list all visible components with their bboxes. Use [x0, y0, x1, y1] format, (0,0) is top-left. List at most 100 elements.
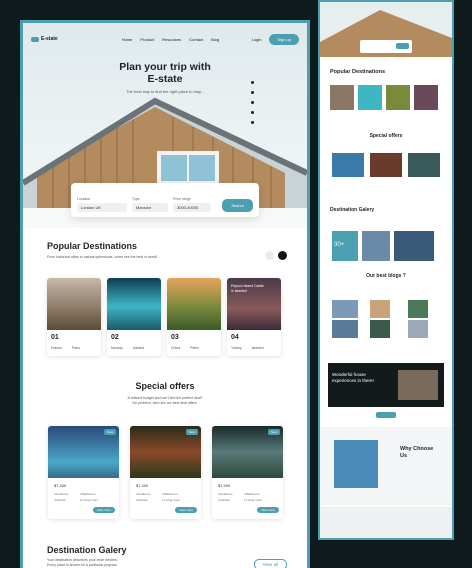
feature: 1 Living room: [244, 498, 263, 502]
feature: 4 kitchen: [136, 498, 149, 502]
offer-card[interactable]: New $7,400 4 bedroom 4 Bathroom 4 kitchen 1…: [48, 426, 119, 519]
offer-price: $7,400: [54, 483, 67, 488]
full-page-preview: Popular Destinations Special offers Dest…: [320, 2, 452, 538]
login-link[interactable]: Login: [252, 37, 262, 42]
thumb-promo-text: Wonderful house experiences in there!: [332, 372, 374, 383]
card-meta: Norway Iceland: [111, 346, 144, 350]
signup-button[interactable]: Sign up: [269, 33, 299, 45]
price-label: Price range: [173, 197, 191, 201]
prev-arrow-icon[interactable]: [265, 251, 274, 260]
next-arrow-icon[interactable]: [278, 251, 287, 260]
nav-blog[interactable]: Blog: [211, 37, 219, 42]
hero-subtitle: The best way to find the right place to …: [126, 89, 204, 94]
gallery-title: Destination Galery: [47, 545, 127, 555]
slider-dot[interactable]: [251, 91, 254, 94]
card-overlay-text: Payson Island Castle in Istanbul: [231, 284, 264, 293]
offer-badge: New: [103, 429, 116, 435]
offers-section: Special offers A relaxed budget and can'…: [23, 381, 307, 406]
offer-features: 4 bedroom 4 Bathroom 4 kitchen 1 Living roo…: [54, 492, 102, 502]
feature: 4 bedroom: [136, 492, 151, 496]
card-city: Iceland: [132, 346, 145, 350]
popular-arrows: [265, 251, 287, 260]
offer-card[interactable]: New $7,400 4 bedroom 4 Bathroom 4 kitchen 1…: [212, 426, 283, 519]
logo[interactable]: E-state: [31, 36, 58, 42]
main-preview-frame: E-state Home Product Resources Contact B…: [20, 20, 310, 568]
card-country: Norway: [111, 346, 123, 350]
popular-section: Popular Destinations From historical cit…: [47, 241, 287, 260]
feature: 4 Bathroom: [244, 492, 260, 496]
price-value[interactable]: 3000-40005: [173, 203, 211, 212]
card-number: 01: [51, 334, 59, 341]
card-city: Pekin: [190, 346, 199, 350]
offers-title: Special offers: [135, 381, 195, 391]
slider-dots[interactable]: [251, 81, 254, 124]
hero-title-line2: E-state: [147, 73, 183, 85]
hero-title-line1: Plan your trip with: [119, 61, 211, 73]
view-more-button[interactable]: View more: [174, 507, 197, 513]
location-field[interactable]: Location London UK: [77, 197, 127, 212]
offers-subtitle: A relaxed budget and can't find the perf…: [23, 396, 307, 406]
thumb-why-title: Why Choose Us: [400, 446, 434, 459]
type-value[interactable]: Mansion: [132, 203, 168, 212]
card-meta: China Pekin: [171, 346, 199, 350]
card-city: Paris: [71, 346, 80, 350]
offer-price: $7,400: [218, 483, 231, 488]
offer-cards: New $7,400 4 bedroom 4 Bathroom 4 kitchen 1…: [48, 426, 283, 519]
nav-home[interactable]: Home: [122, 37, 133, 42]
offer-card[interactable]: New $7,400 4 bedroom 4 Bathroom 4 kitchen 1…: [130, 426, 201, 519]
feature: 4 bedroom: [54, 492, 69, 496]
destination-card[interactable]: Payson Island Castle in Istanbul 04 Turk…: [227, 278, 281, 356]
destination-card[interactable]: 02 Norway Iceland: [107, 278, 161, 356]
nav-contact[interactable]: Contact: [189, 37, 203, 42]
feature: 1 Living room: [80, 498, 99, 502]
card-country: Turkey: [231, 346, 242, 350]
feature: 4 Bathroom: [80, 492, 96, 496]
view-all-button[interactable]: View all: [253, 559, 287, 568]
price-field[interactable]: Price range 3000-40005: [173, 197, 211, 212]
card-meta: Turkey Istanbul: [231, 346, 264, 350]
search-button[interactable]: Search: [222, 199, 253, 212]
thumb-offers-title: Special offers: [369, 133, 403, 139]
type-field[interactable]: Type Mansion: [132, 197, 168, 212]
slider-dot[interactable]: [251, 121, 254, 124]
offer-features: 4 bedroom 4 Bathroom 4 kitchen 1 Living roo…: [218, 492, 266, 502]
logo-icon: [31, 36, 39, 42]
thumb-blogs-title: Our best blogs ?: [366, 273, 406, 279]
card-country: France: [51, 346, 62, 350]
offer-price: $7,400: [136, 483, 149, 488]
card-number: 03: [171, 334, 179, 341]
landing-page: E-state Home Product Resources Contact B…: [23, 23, 307, 568]
card-country: China: [171, 346, 181, 350]
feature: 4 bedroom: [218, 492, 233, 496]
slider-dot[interactable]: [251, 101, 254, 104]
view-more-button[interactable]: View more: [256, 507, 279, 513]
iceland-image: [107, 278, 161, 330]
destination-card[interactable]: 03 China Pekin: [167, 278, 221, 356]
great-wall-image: [167, 278, 221, 330]
thumb-popular-title: Popular Destinations: [330, 69, 386, 75]
slider-dot[interactable]: [251, 111, 254, 114]
gallery-section: Destination Galery Your destination desc…: [47, 545, 287, 568]
paris-image: [47, 278, 101, 330]
nav-menu: Home Product Resources Contact Blog: [122, 37, 219, 42]
feature: 4 kitchen: [54, 498, 67, 502]
slider-dot[interactable]: [251, 81, 254, 84]
popular-title: Popular Destinations: [47, 241, 138, 251]
thumb-gallery-count: 30+: [334, 242, 345, 248]
thumb-gallery-title: Destination Galery: [330, 207, 375, 213]
logo-text: E-state: [41, 36, 58, 42]
offers-subtitle-line2: No problem, here are our best deal offer…: [132, 401, 198, 405]
hero-section: E-state Home Product Resources Contact B…: [23, 23, 307, 228]
gallery-subtitle: Your destination describes your inner de…: [47, 558, 287, 568]
nav-product[interactable]: Product: [140, 37, 154, 42]
destination-card[interactable]: 01 France Paris: [47, 278, 101, 356]
offer-badge: New: [267, 429, 280, 435]
card-meta: France Paris: [51, 346, 80, 350]
location-value[interactable]: London UK: [77, 203, 127, 212]
nav-resources[interactable]: Resources: [162, 37, 181, 42]
view-more-button[interactable]: View more: [92, 507, 115, 513]
feature: 4 Bathroom: [162, 492, 178, 496]
feature: 1 Living room: [162, 498, 181, 502]
gallery-subtitle-line2: Every place is known for a particular pu…: [47, 563, 118, 567]
card-number: 02: [111, 334, 119, 341]
